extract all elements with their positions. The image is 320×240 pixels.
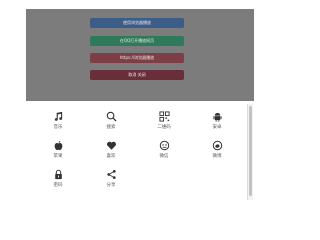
share-item-label: 二维码 xyxy=(157,125,171,130)
qr-code-icon xyxy=(158,111,170,122)
music-note-icon xyxy=(54,111,62,121)
share-item-label: 微信 xyxy=(159,154,169,159)
cancel-button[interactable]: 取消 关闭 xyxy=(90,70,184,80)
share-item-label: 搜索 xyxy=(106,125,116,130)
share-item-label: 喜欢 xyxy=(106,154,116,159)
share-item-apple[interactable]: 苹果 xyxy=(36,140,80,160)
share-item-label: 微博 xyxy=(212,154,222,159)
share-item-search[interactable]: 搜索 xyxy=(89,111,133,131)
android-icon xyxy=(212,112,222,122)
share-item-label: 苹果 xyxy=(53,154,63,159)
share-icon xyxy=(106,170,116,179)
open-in-qq-button[interactable]: 在QQ打开播放网页 xyxy=(90,36,184,46)
weibo-icon xyxy=(212,140,222,151)
apple-icon xyxy=(54,140,62,151)
open-in-browser-button[interactable]: 使用浏览器播放 xyxy=(90,18,184,28)
share-item-android[interactable]: 安卓 xyxy=(195,111,239,131)
vertical-scrollbar[interactable] xyxy=(247,104,253,200)
share-item-label: 分享 xyxy=(106,183,116,188)
share-item-music[interactable]: 音乐 xyxy=(36,111,80,131)
search-icon xyxy=(106,111,117,122)
share-grid: 音乐 搜索 二维码 安卓 苹果 喜欢 微信 微博 密码 分享 xyxy=(36,108,240,208)
share-item-label: 密码 xyxy=(53,183,63,188)
share-item-qrcode[interactable]: 二维码 xyxy=(142,111,186,131)
lock-icon xyxy=(54,169,62,180)
share-item-share[interactable]: 分享 xyxy=(89,169,133,189)
modal-overlay[interactable]: 使用浏览器播放 在QQ打开播放网页 https://浏览器播放 取消 关闭 xyxy=(26,9,254,101)
wechat-icon xyxy=(159,140,169,151)
scrollbar-thumb[interactable] xyxy=(249,106,252,196)
heart-icon xyxy=(106,141,116,150)
share-item-weibo[interactable]: 微博 xyxy=(195,140,239,160)
share-item-password[interactable]: 密码 xyxy=(36,169,80,189)
share-item-label: 音乐 xyxy=(53,125,63,130)
share-item-label: 安卓 xyxy=(212,125,222,130)
https-browser-button[interactable]: https://浏览器播放 xyxy=(90,53,184,63)
share-item-like[interactable]: 喜欢 xyxy=(89,140,133,160)
share-item-wechat[interactable]: 微信 xyxy=(142,140,186,160)
